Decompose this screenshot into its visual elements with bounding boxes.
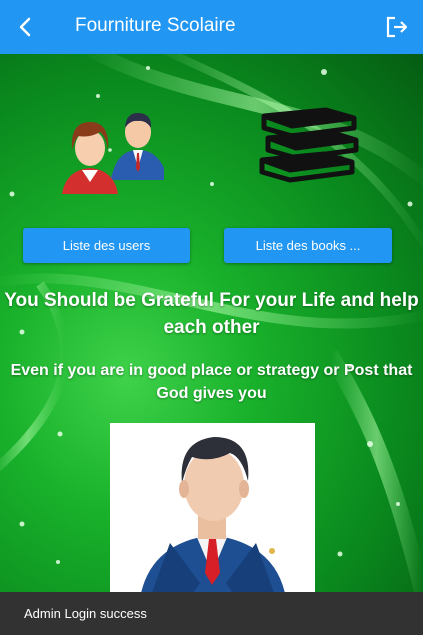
headline-text: You Should be Grateful For your Life and… bbox=[4, 290, 419, 338]
users-list-button[interactable]: Liste des users bbox=[23, 228, 190, 263]
snackbar: Admin Login success bbox=[0, 592, 423, 635]
snackbar-message: Admin Login success bbox=[24, 606, 147, 621]
back-arrow-icon[interactable] bbox=[10, 10, 44, 44]
main-content: Liste des users Liste des books ... You … bbox=[0, 54, 423, 592]
admin-avatar-image bbox=[110, 423, 315, 592]
books-stack-icon[interactable] bbox=[256, 104, 361, 189]
app-bar: Fourniture Scolaire bbox=[0, 0, 423, 54]
users-group-icon[interactable] bbox=[60, 98, 170, 198]
admin-avatar-icon bbox=[141, 437, 285, 592]
logout-icon[interactable] bbox=[383, 13, 411, 41]
books-list-button[interactable]: Liste des books ... bbox=[224, 228, 392, 263]
subline-text: Even if you are in good place or strateg… bbox=[10, 362, 413, 402]
page-title: Fourniture Scolaire bbox=[75, 15, 236, 36]
